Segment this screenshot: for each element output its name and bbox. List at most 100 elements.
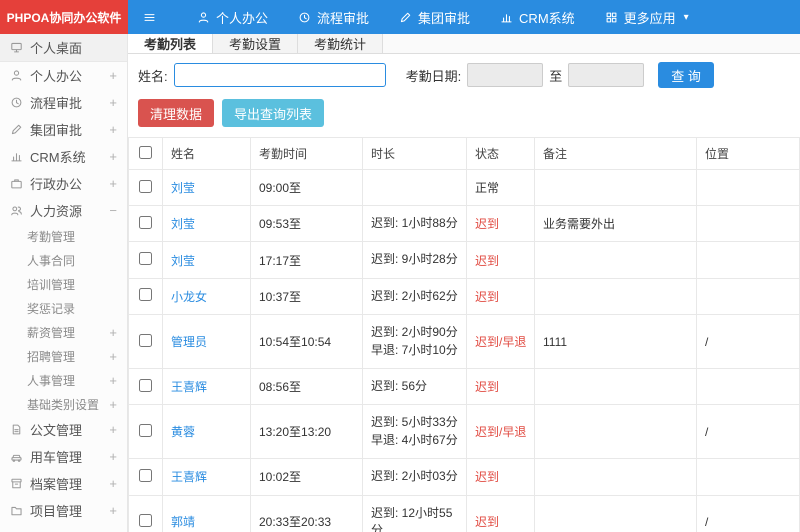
remark — [534, 404, 697, 460]
select-all-checkbox[interactable] — [139, 145, 152, 159]
sidebar-subitem-personnel-contract[interactable]: 人事合同 — [0, 248, 127, 272]
expand-toggle-icon[interactable]: + — [109, 325, 117, 340]
tab-attendance-statistics[interactable]: 考勤统计 — [298, 34, 384, 53]
action-bar: 清理数据 导出查询列表 — [128, 94, 800, 137]
attendance-time: 09:00至 — [250, 169, 363, 206]
row-checkbox[interactable] — [139, 179, 152, 193]
expand-toggle-icon[interactable]: + — [109, 149, 117, 164]
attendance-time: 09:53至 — [250, 204, 363, 243]
sidebar-subitem-personnel[interactable]: 人事管理 + — [0, 368, 127, 392]
attendance-time: 17:17至 — [250, 241, 363, 279]
clean-data-button[interactable]: 清理数据 — [138, 99, 215, 127]
duration: 迟到: 12小时55分 — [362, 494, 467, 532]
date-from-input[interactable] — [467, 63, 544, 87]
collapse-toggle-icon[interactable]: − — [109, 203, 117, 218]
employee-name-link[interactable]: 刘莹 — [162, 241, 251, 279]
sidebar-subitem-base-category[interactable]: 基础类别设置 + — [0, 392, 127, 416]
sidebar-item-desktop[interactable]: 个人桌面 — [0, 34, 127, 62]
employee-name-link[interactable]: 黄蓉 — [162, 404, 251, 460]
row-checkbox[interactable] — [139, 288, 152, 302]
query-button[interactable]: 查 询 — [658, 62, 714, 88]
employee-name-link[interactable]: 王喜辉 — [162, 458, 251, 496]
nav-crm-system[interactable]: CRM系统 — [485, 0, 590, 34]
table-row: 小龙女 10:37至 迟到: 2小时62分 迟到 — [128, 277, 800, 316]
expand-toggle-icon[interactable]: + — [109, 449, 117, 464]
sidebar-item-hr[interactable]: 人力资源 − — [0, 197, 127, 224]
nav-personal-office[interactable]: 个人办公 — [182, 0, 283, 34]
col-header-duration: 时长 — [362, 137, 467, 170]
chart-icon — [500, 11, 513, 24]
employee-name-link[interactable]: 郭靖 — [162, 494, 251, 532]
status-badge: 迟到 — [466, 494, 535, 532]
row-checkbox[interactable] — [139, 252, 152, 266]
sidebar-item-admin-office[interactable]: 行政办公 + — [0, 170, 127, 197]
location — [696, 204, 800, 243]
row-checkbox[interactable] — [139, 333, 152, 347]
sidebar-subitem-attendance[interactable]: 考勤管理 — [0, 224, 127, 248]
sidebar-item-label: 集团审批 — [30, 123, 83, 138]
status-badge: 迟到 — [466, 458, 535, 496]
sidebar-subitem-label: 考勤管理 — [27, 229, 76, 244]
sidebar-item-document[interactable]: 公文管理 + — [0, 416, 127, 443]
menu-toggle-button[interactable] — [128, 0, 170, 34]
sidebar-subitem-label: 奖惩记录 — [27, 301, 76, 316]
nav-more-apps[interactable]: 更多应用 ▾ — [590, 0, 704, 34]
row-checkbox[interactable] — [139, 513, 152, 527]
row-checkbox[interactable] — [139, 423, 152, 437]
sidebar-item-project[interactable]: 项目管理 + — [0, 497, 127, 524]
filter-bar: 姓名: 考勤日期: 至 查 询 — [128, 54, 800, 94]
expand-toggle-icon[interactable]: + — [109, 503, 117, 518]
remark — [534, 367, 697, 406]
tab-attendance-settings[interactable]: 考勤设置 — [213, 34, 299, 53]
date-to-input[interactable] — [568, 63, 645, 87]
employee-name-link[interactable]: 刘莹 — [162, 169, 251, 206]
expand-toggle-icon[interactable]: + — [109, 68, 117, 83]
employee-name-link[interactable]: 王喜辉 — [162, 367, 251, 406]
location — [696, 458, 800, 496]
col-header-time: 考勤时间 — [250, 137, 363, 170]
row-checkbox[interactable] — [139, 378, 152, 392]
main-content: 考勤列表 考勤设置 考勤统计 姓名: 考勤日期: 至 查 询 清理数据 导出查询… — [128, 34, 800, 532]
sidebar-subitem-recruitment[interactable]: 招聘管理 + — [0, 344, 127, 368]
sidebar-subitem-reward-record[interactable]: 奖惩记录 — [0, 296, 127, 320]
row-checkbox[interactable] — [139, 215, 152, 229]
apps-grid-icon — [605, 11, 618, 24]
expand-toggle-icon[interactable]: + — [109, 422, 117, 437]
table-header-row: 姓名 考勤时间 时长 状态 备注 位置 — [128, 137, 800, 170]
expand-toggle-icon[interactable]: + — [109, 122, 117, 137]
archive-icon — [10, 477, 23, 490]
row-checkbox[interactable] — [139, 468, 152, 482]
duration: 迟到: 56分 — [362, 367, 467, 406]
expand-toggle-icon[interactable]: + — [109, 397, 117, 412]
tab-attendance-list[interactable]: 考勤列表 — [128, 34, 214, 53]
sidebar-item-group-approval[interactable]: 集团审批 + — [0, 116, 127, 143]
expand-toggle-icon[interactable]: + — [109, 95, 117, 110]
user-icon — [197, 11, 210, 24]
employee-name-link[interactable]: 管理员 — [162, 314, 251, 369]
sidebar-item-vehicle[interactable]: 用车管理 + — [0, 443, 127, 470]
remark — [534, 458, 697, 496]
expand-toggle-icon[interactable]: + — [109, 349, 117, 364]
sidebar-subitem-training[interactable]: 培训管理 — [0, 272, 127, 296]
employee-name-link[interactable]: 小龙女 — [162, 277, 251, 316]
app-logo[interactable]: PHPOA协同办公软件 — [0, 0, 128, 34]
sidebar-subitem-label: 薪资管理 — [27, 325, 76, 340]
name-filter-input[interactable] — [173, 63, 386, 87]
nav-process-approval[interactable]: 流程审批 — [283, 0, 384, 34]
sidebar-subitem-salary[interactable]: 薪资管理 + — [0, 320, 127, 344]
sidebar-item-archive[interactable]: 档案管理 + — [0, 470, 127, 497]
duration: 迟到: 2小时90分 早退: 7小时10分 — [362, 314, 467, 369]
sidebar-item-process-approval[interactable]: 流程审批 + — [0, 89, 127, 116]
employee-name-link[interactable]: 刘莹 — [162, 204, 251, 243]
table-row: 郭靖 20:33至20:33 迟到: 12小时55分 迟到 / — [128, 494, 800, 532]
expand-toggle-icon[interactable]: + — [109, 476, 117, 491]
expand-toggle-icon[interactable]: + — [109, 176, 117, 191]
export-list-button[interactable]: 导出查询列表 — [222, 99, 325, 127]
sidebar-item-personal-office[interactable]: 个人办公 + — [0, 62, 127, 89]
car-icon — [10, 450, 23, 463]
nav-group-approval[interactable]: 集团审批 — [384, 0, 485, 34]
sidebar-item-crm[interactable]: CRM系统 + — [0, 143, 127, 170]
expand-toggle-icon[interactable]: + — [109, 373, 117, 388]
attendance-time: 08:56至 — [250, 367, 363, 406]
status-badge: 迟到/早退 — [466, 314, 535, 369]
